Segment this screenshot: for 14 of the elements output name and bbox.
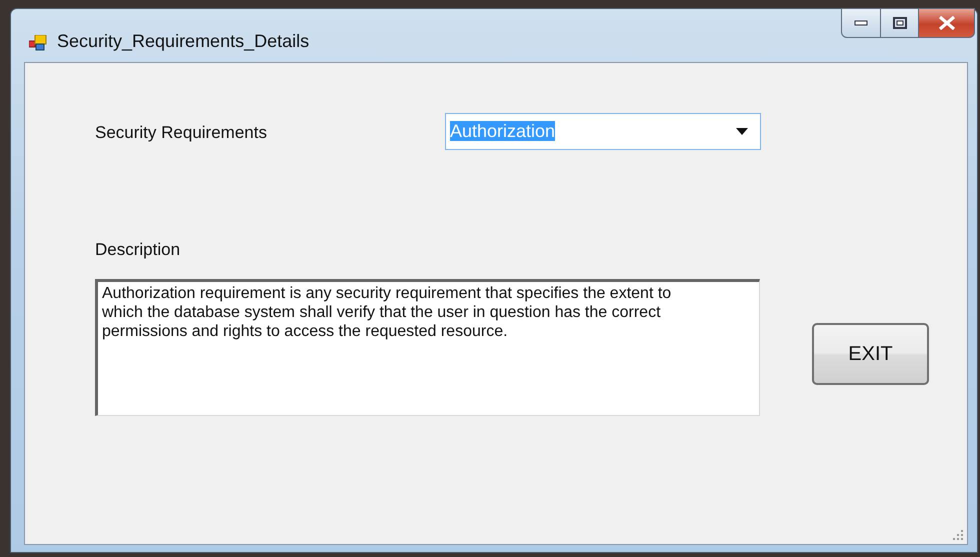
maximize-button[interactable] <box>881 8 919 38</box>
close-button[interactable] <box>919 8 975 38</box>
resize-grip-icon[interactable] <box>952 529 964 541</box>
maximize-icon <box>892 17 906 29</box>
minimize-button[interactable] <box>841 8 881 38</box>
close-icon <box>938 16 956 30</box>
minimize-icon <box>854 20 868 26</box>
caret-icon <box>736 128 748 135</box>
description-field[interactable]: Authorization requirement is any security requirement that specifies the extent to which the database system shall verify that the user in question has the correct permissions and rights to access the requested resource. <box>95 279 760 416</box>
field-label: Security Requirements <box>95 123 268 143</box>
window-title: Security_Requirements_Details <box>57 31 310 52</box>
exit-button[interactable]: EXIT <box>812 323 929 385</box>
field-label: Description <box>95 240 182 260</box>
app-icon <box>29 35 47 51</box>
